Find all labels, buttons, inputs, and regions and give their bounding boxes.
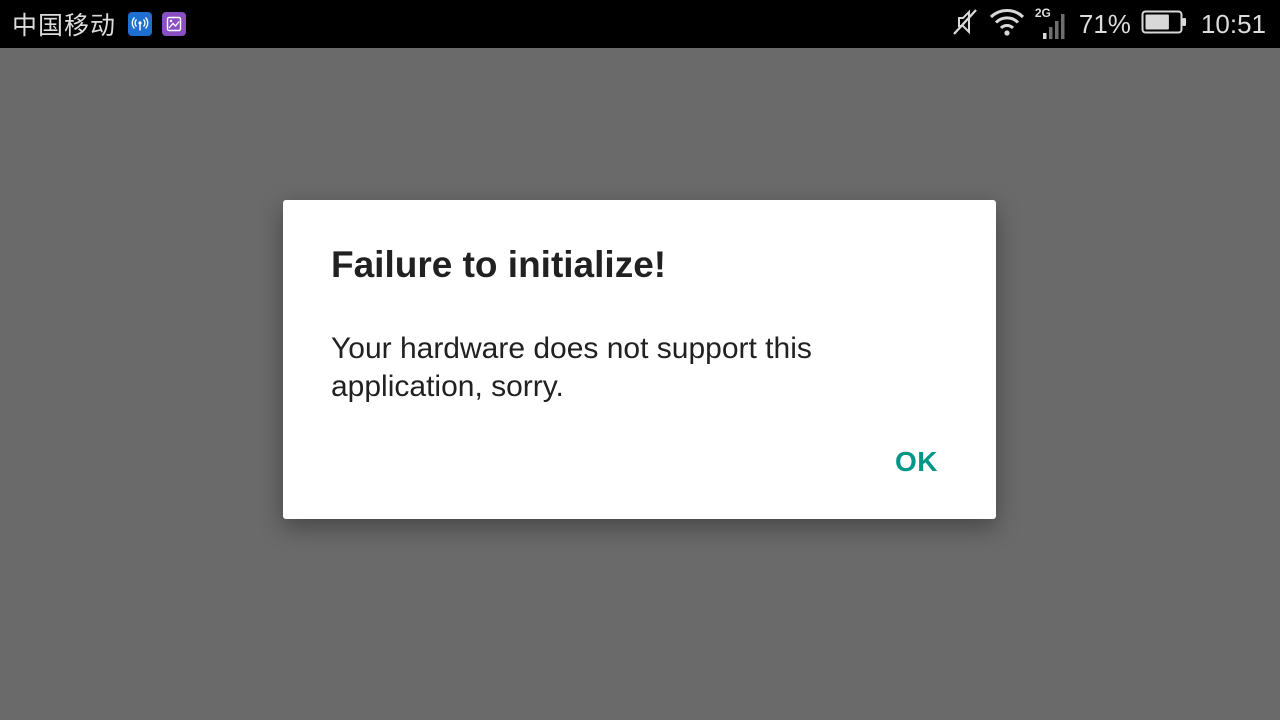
- status-right: 2G 71% 10:51: [951, 0, 1266, 48]
- mute-icon: [951, 7, 979, 42]
- gallery-app-icon: [162, 12, 187, 36]
- dialog-title: Failure to initialize!: [331, 244, 667, 285]
- battery-icon: [1141, 9, 1187, 40]
- ok-button[interactable]: OK: [895, 446, 938, 478]
- signal-icon: 2G: [1035, 4, 1069, 44]
- wifi-icon: [989, 7, 1025, 42]
- battery-percent: 71%: [1078, 8, 1131, 39]
- status-left: 中国移动: [12, 0, 187, 48]
- status-bar: 中国移动 2G 71% 10:51: [0, 0, 1280, 48]
- clock: 10:51: [1200, 8, 1266, 39]
- carrier-name: 中国移动: [12, 11, 117, 40]
- screen: 中国移动 2G 71% 10:51 Failure to initialize!…: [0, 0, 1280, 720]
- dialog-message: Your hardware does not support this appl…: [331, 332, 812, 403]
- alert-dialog: Failure to initialize! Your hardware doe…: [283, 200, 996, 519]
- wifi-hotspot-app-icon: [128, 12, 153, 36]
